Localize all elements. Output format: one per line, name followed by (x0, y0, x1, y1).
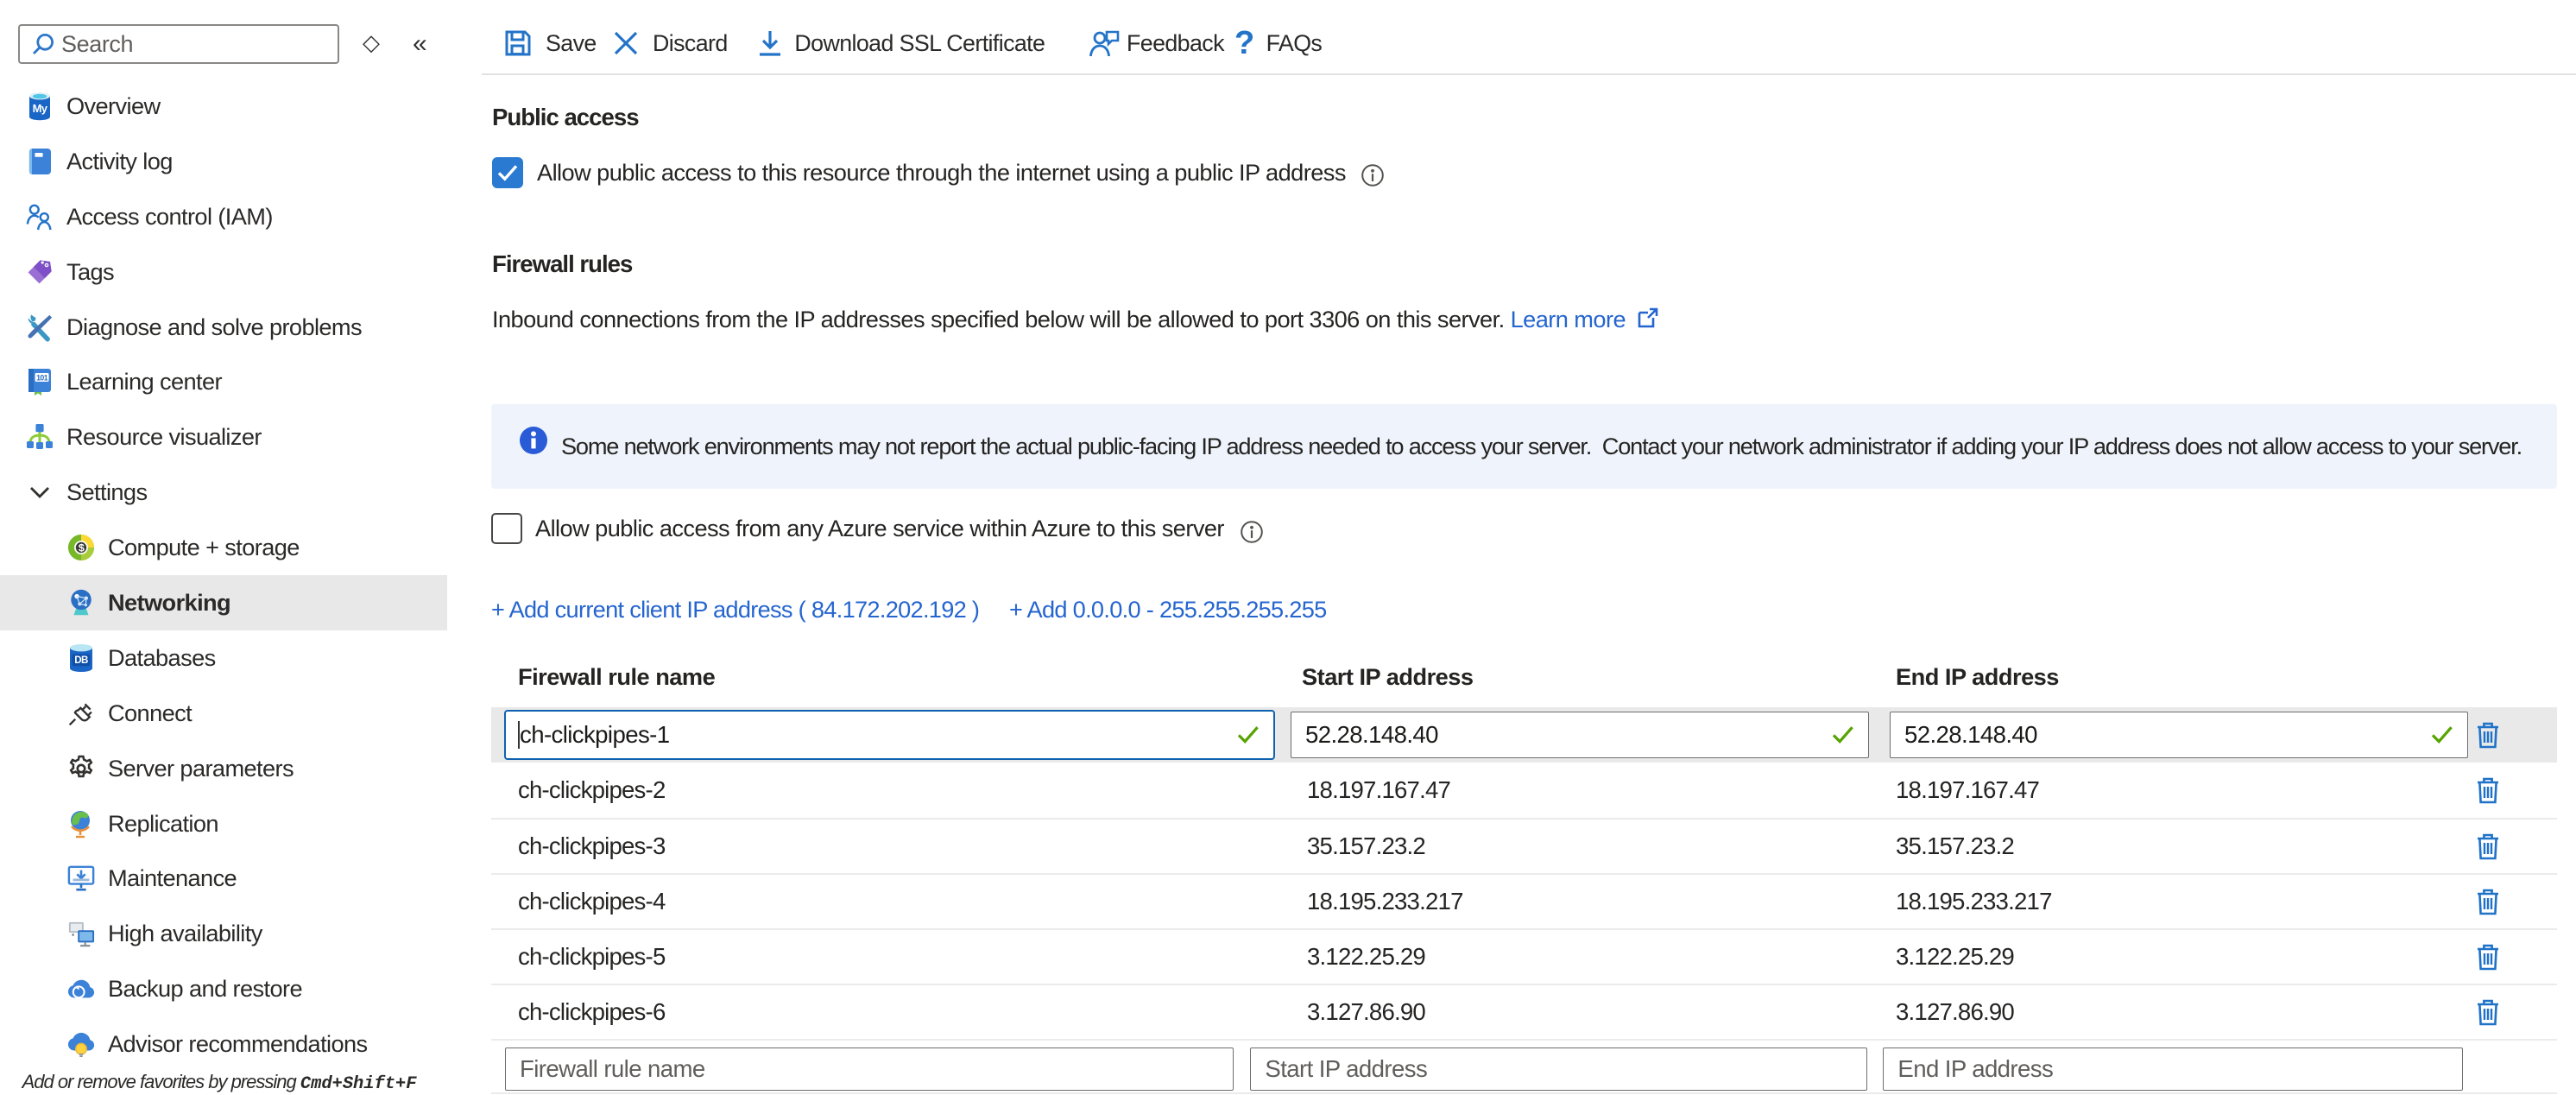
svg-text:$: $ (79, 542, 85, 554)
svg-text:My: My (33, 102, 48, 115)
svg-text:101: 101 (36, 374, 48, 383)
svg-text:DB: DB (74, 655, 88, 666)
